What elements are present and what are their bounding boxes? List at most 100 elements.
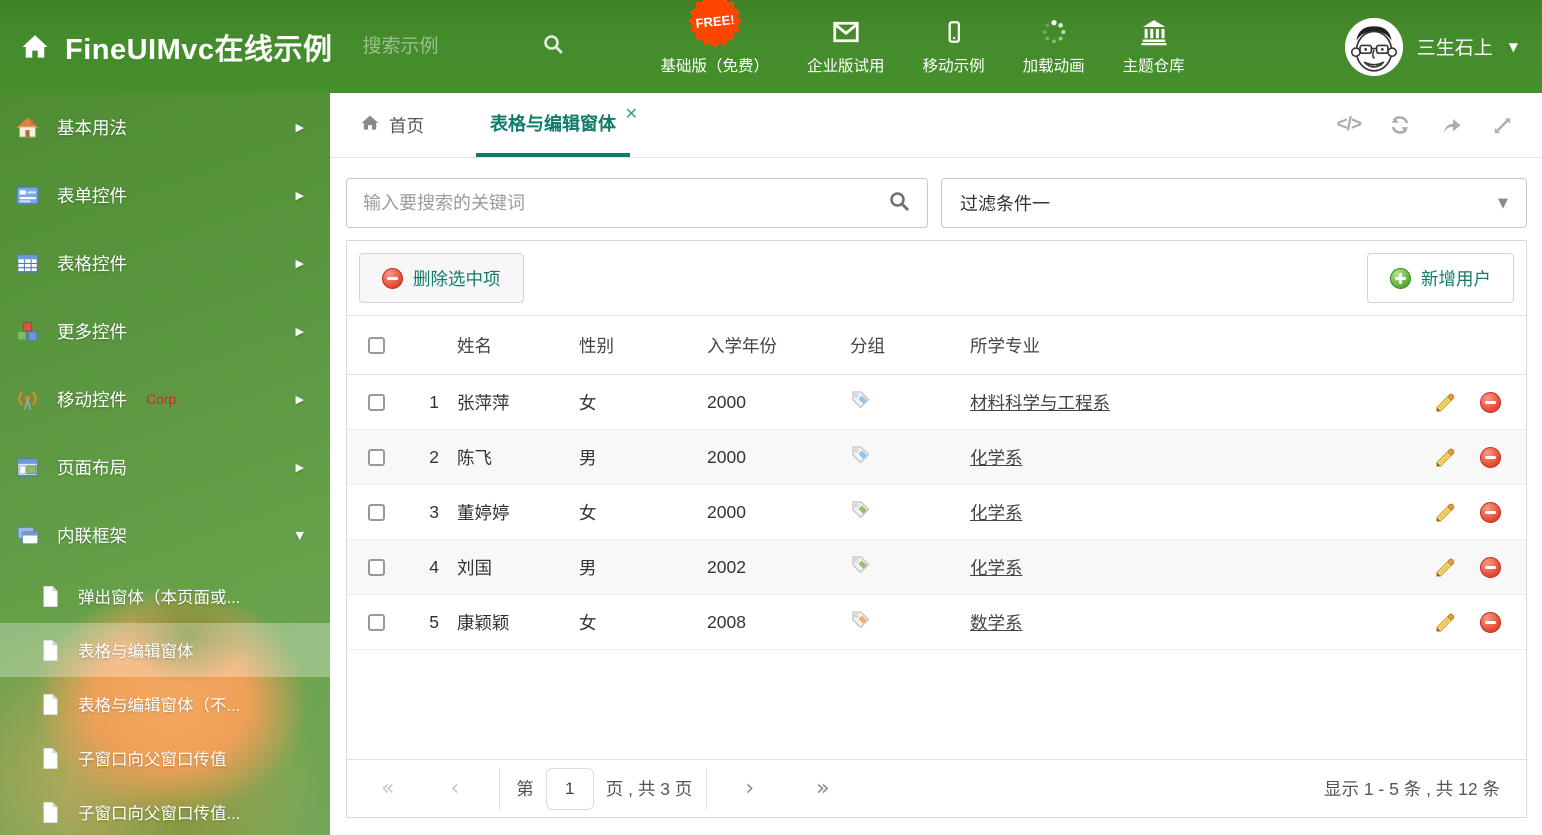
- sidebar-subitem-popup-window[interactable]: 弹出窗体（本页面或...: [0, 569, 330, 623]
- menu-item-mobile-demo[interactable]: 移动示例: [923, 17, 985, 76]
- menu-label: 企业版试用: [807, 58, 885, 75]
- page-prefix-label: 第: [516, 779, 534, 799]
- tab-home[interactable]: 首页: [360, 93, 424, 157]
- sidebar-item-more-controls[interactable]: 更多控件 ▶: [0, 297, 330, 365]
- brand[interactable]: FineUIMvc在线示例: [20, 26, 333, 68]
- filter-dropdown[interactable]: 过滤条件一 ▼: [941, 178, 1527, 228]
- tag-icon: [850, 499, 871, 525]
- tab-toolbar: </>: [1337, 93, 1542, 157]
- keyword-search-input[interactable]: [363, 192, 887, 214]
- major-link[interactable]: 化学系: [970, 503, 1023, 523]
- sidebar-subitem-grid-edit-window-2[interactable]: 表格与编辑窗体（不...: [0, 677, 330, 731]
- search-icon[interactable]: [887, 189, 911, 218]
- sidebar-subitem-grid-edit-window[interactable]: 表格与编辑窗体: [0, 623, 330, 677]
- row-index: 1: [429, 391, 439, 412]
- cell-name: 刘国: [457, 557, 492, 578]
- close-icon[interactable]: ✕: [625, 104, 638, 124]
- minus-circle-icon: [1480, 556, 1501, 578]
- file-icon: [40, 747, 61, 770]
- cell-year: 2000: [707, 391, 746, 412]
- delete-button[interactable]: [1480, 611, 1501, 633]
- column-group: 分组: [850, 335, 885, 356]
- major-link[interactable]: 化学系: [970, 558, 1023, 578]
- sidebar-subitem-child-to-parent[interactable]: 子窗口向父窗口传值: [0, 731, 330, 785]
- refresh-icon[interactable]: [1388, 113, 1412, 137]
- sidebar-item-mobile-controls[interactable]: 移动控件 Corp. ▶: [0, 365, 330, 433]
- edit-button[interactable]: [1434, 611, 1457, 634]
- app-window: FineUIMvc在线示例 FREE! 基础版（免费） 企: [0, 0, 1542, 835]
- delete-button[interactable]: [1480, 391, 1501, 413]
- search-icon[interactable]: [541, 32, 565, 61]
- last-page-button[interactable]: »: [816, 776, 829, 801]
- row-checkbox[interactable]: [367, 393, 385, 411]
- select-all-checkbox[interactable]: [367, 336, 385, 354]
- column-name: 姓名: [457, 335, 492, 356]
- divider: [499, 767, 501, 810]
- sidebar-item-grid-controls[interactable]: 表格控件 ▶: [0, 229, 330, 297]
- major-link[interactable]: 化学系: [970, 448, 1023, 468]
- prev-page-button[interactable]: ‹: [450, 776, 459, 801]
- row-checkbox[interactable]: [367, 613, 385, 631]
- delete-selected-label: 删除选中项: [413, 268, 501, 289]
- sidebar-item-label: 页面布局: [57, 457, 127, 478]
- sidebar-subitem-label: 子窗口向父窗口传值...: [78, 805, 241, 823]
- sidebar-subitem-child-to-parent-2[interactable]: 子窗口向父窗口传值...: [0, 785, 330, 835]
- tab-label: 表格与编辑窗体: [490, 114, 616, 134]
- sidebar-item-basic-usage[interactable]: 基本用法 ▶: [0, 93, 330, 161]
- user-menu[interactable]: 三生石上 ▼: [1344, 17, 1518, 76]
- edit-button[interactable]: [1434, 391, 1457, 414]
- cell-gender: 女: [579, 392, 597, 413]
- cell-name: 康颖颖: [457, 612, 510, 633]
- first-page-button[interactable]: «: [381, 776, 394, 801]
- share-icon[interactable]: [1439, 113, 1464, 137]
- major-link[interactable]: 材料科学与工程系: [970, 393, 1110, 413]
- delete-button[interactable]: [1480, 446, 1501, 468]
- menu-label: 移动示例: [922, 58, 985, 75]
- menu-item-theme-repo[interactable]: 主题仓库: [1123, 17, 1185, 76]
- page-total-label: 页 , 共 3 页: [605, 779, 693, 799]
- sidebar-item-label: 表格控件: [57, 253, 127, 274]
- plus-circle-icon: [1390, 267, 1411, 289]
- menu-item-enterprise-trial[interactable]: 企业版试用: [807, 17, 885, 76]
- mobile-icon: [941, 17, 967, 47]
- envelope-icon: [830, 17, 862, 47]
- user-name: 三生石上: [1416, 38, 1493, 59]
- major-link[interactable]: 数学系: [970, 613, 1023, 633]
- edit-button[interactable]: [1434, 556, 1457, 579]
- row-checkbox[interactable]: [367, 448, 385, 466]
- menu-item-loading-animation[interactable]: 加载动画: [1023, 17, 1085, 76]
- filter-dropdown-value: 过滤条件一: [960, 194, 1050, 214]
- sidebar-item-label: 基本用法: [57, 117, 127, 138]
- main-content: 首页 表格与编辑窗体 ✕ </> 输入要搜索的关键词 过滤条件一 ▼ 删除选中项…: [330, 93, 1542, 835]
- filter-row: 过滤条件一 ▼: [330, 158, 1542, 228]
- delete-button[interactable]: [1480, 556, 1501, 578]
- sidebar-item-label: 内联框架: [57, 525, 127, 546]
- delete-selected-button[interactable]: 删除选中项: [359, 253, 524, 303]
- minus-circle-icon: [1480, 501, 1501, 523]
- edit-button[interactable]: [1434, 501, 1457, 524]
- sidebar-item-label: 表单控件: [57, 185, 127, 206]
- home-icon: [360, 113, 380, 138]
- header-search-input[interactable]: [362, 35, 513, 58]
- sidebar-item-inline-frame[interactable]: 内联框架 ▼: [0, 501, 330, 569]
- row-checkbox[interactable]: [367, 503, 385, 521]
- sidebar-item-form-controls[interactable]: 表单控件 ▶: [0, 161, 330, 229]
- cell-name: 陈飞: [457, 447, 492, 468]
- expand-icon[interactable]: [1491, 114, 1514, 137]
- tab-grid-edit-window[interactable]: 表格与编辑窗体 ✕: [476, 93, 638, 157]
- delete-button[interactable]: [1480, 501, 1501, 523]
- bank-icon: [1138, 17, 1170, 47]
- row-checkbox[interactable]: [367, 558, 385, 576]
- page-input[interactable]: [545, 767, 594, 810]
- menu-label: 基础版（免费）: [660, 58, 770, 75]
- chevron-right-icon: ▶: [295, 188, 304, 202]
- add-user-button[interactable]: 新增用户: [1367, 253, 1514, 303]
- edit-button[interactable]: [1434, 446, 1457, 469]
- cell-year: 2000: [707, 446, 746, 467]
- table-icon: [15, 251, 40, 276]
- code-icon[interactable]: </>: [1337, 114, 1363, 136]
- sidebar-item-page-layout[interactable]: 页面布局 ▶: [0, 433, 330, 501]
- sidebar-item-label: 移动控件: [57, 389, 127, 410]
- next-page-button[interactable]: ›: [745, 776, 754, 801]
- cell-year: 2000: [707, 501, 746, 522]
